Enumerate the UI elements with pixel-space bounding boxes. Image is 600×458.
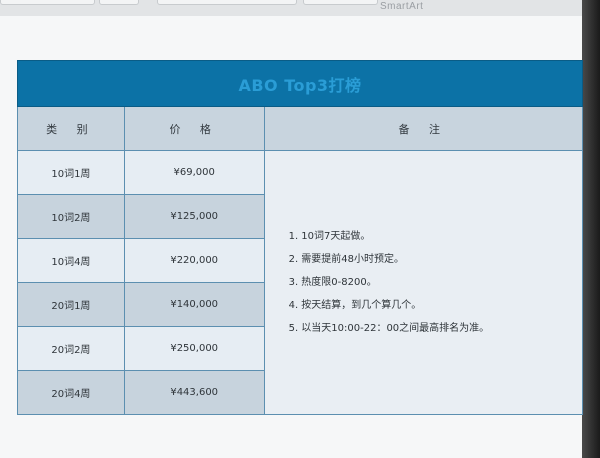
table-header-row: 类 别 价 格 备 注 <box>17 106 584 151</box>
row-price: ¥443,600 <box>123 370 265 415</box>
table-title-cell: ABO Top3打榜 <box>17 60 583 107</box>
price-table: ABO Top3打榜 类 别 价 格 备 注 10词1周 ¥69,000 1. … <box>17 60 584 415</box>
row-type: 10词2周 <box>17 194 125 239</box>
row-price: ¥220,000 <box>123 238 265 283</box>
row-type: 20词4周 <box>17 370 125 415</box>
row-type: 20词1周 <box>17 282 125 327</box>
note-item: 3. 热度限0-8200。 <box>288 276 377 288</box>
row-type: 10词4周 <box>17 238 125 283</box>
row-type: 20词2周 <box>17 326 125 371</box>
row-price: ¥125,000 <box>123 194 265 239</box>
ribbon-button[interactable] <box>157 0 297 5</box>
row-price: ¥140,000 <box>123 282 265 327</box>
notes-list: 1. 10词7天起做。 2. 需要提前48小时预定。 3. 热度限0-8200。… <box>289 231 582 335</box>
note-item: 2. 需要提前48小时预定。 <box>288 253 405 265</box>
header-price: 价 格 <box>123 106 265 151</box>
row-type: 10词1周 <box>17 150 125 195</box>
header-notes: 备 注 <box>263 106 584 151</box>
page-edge-shadow <box>582 0 600 458</box>
row-price: ¥69,000 <box>123 150 265 195</box>
table-title: ABO Top3打榜 <box>238 75 362 95</box>
table-title-row: ABO Top3打榜 <box>17 60 583 107</box>
ribbon-button[interactable] <box>99 0 139 5</box>
ribbon-strip: SmartArt <box>0 0 600 16</box>
header-type: 类 别 <box>17 106 125 151</box>
note-item: 5. 以当天10:00-22：00之间最高排名为准。 <box>288 322 490 334</box>
note-item: 1. 10词7天起做。 <box>288 230 371 242</box>
table-row: 10词1周 ¥69,000 1. 10词7天起做。 2. 需要提前48小时预定。… <box>17 150 584 415</box>
note-item: 4. 按天结算，到几个算几个。 <box>288 299 422 311</box>
notes-cell: 1. 10词7天起做。 2. 需要提前48小时预定。 3. 热度限0-8200。… <box>263 150 584 415</box>
ribbon-button[interactable] <box>0 0 95 5</box>
row-price: ¥250,000 <box>123 326 265 371</box>
smartart-label[interactable]: SmartArt <box>380 1 423 12</box>
ribbon-button[interactable] <box>303 0 378 5</box>
